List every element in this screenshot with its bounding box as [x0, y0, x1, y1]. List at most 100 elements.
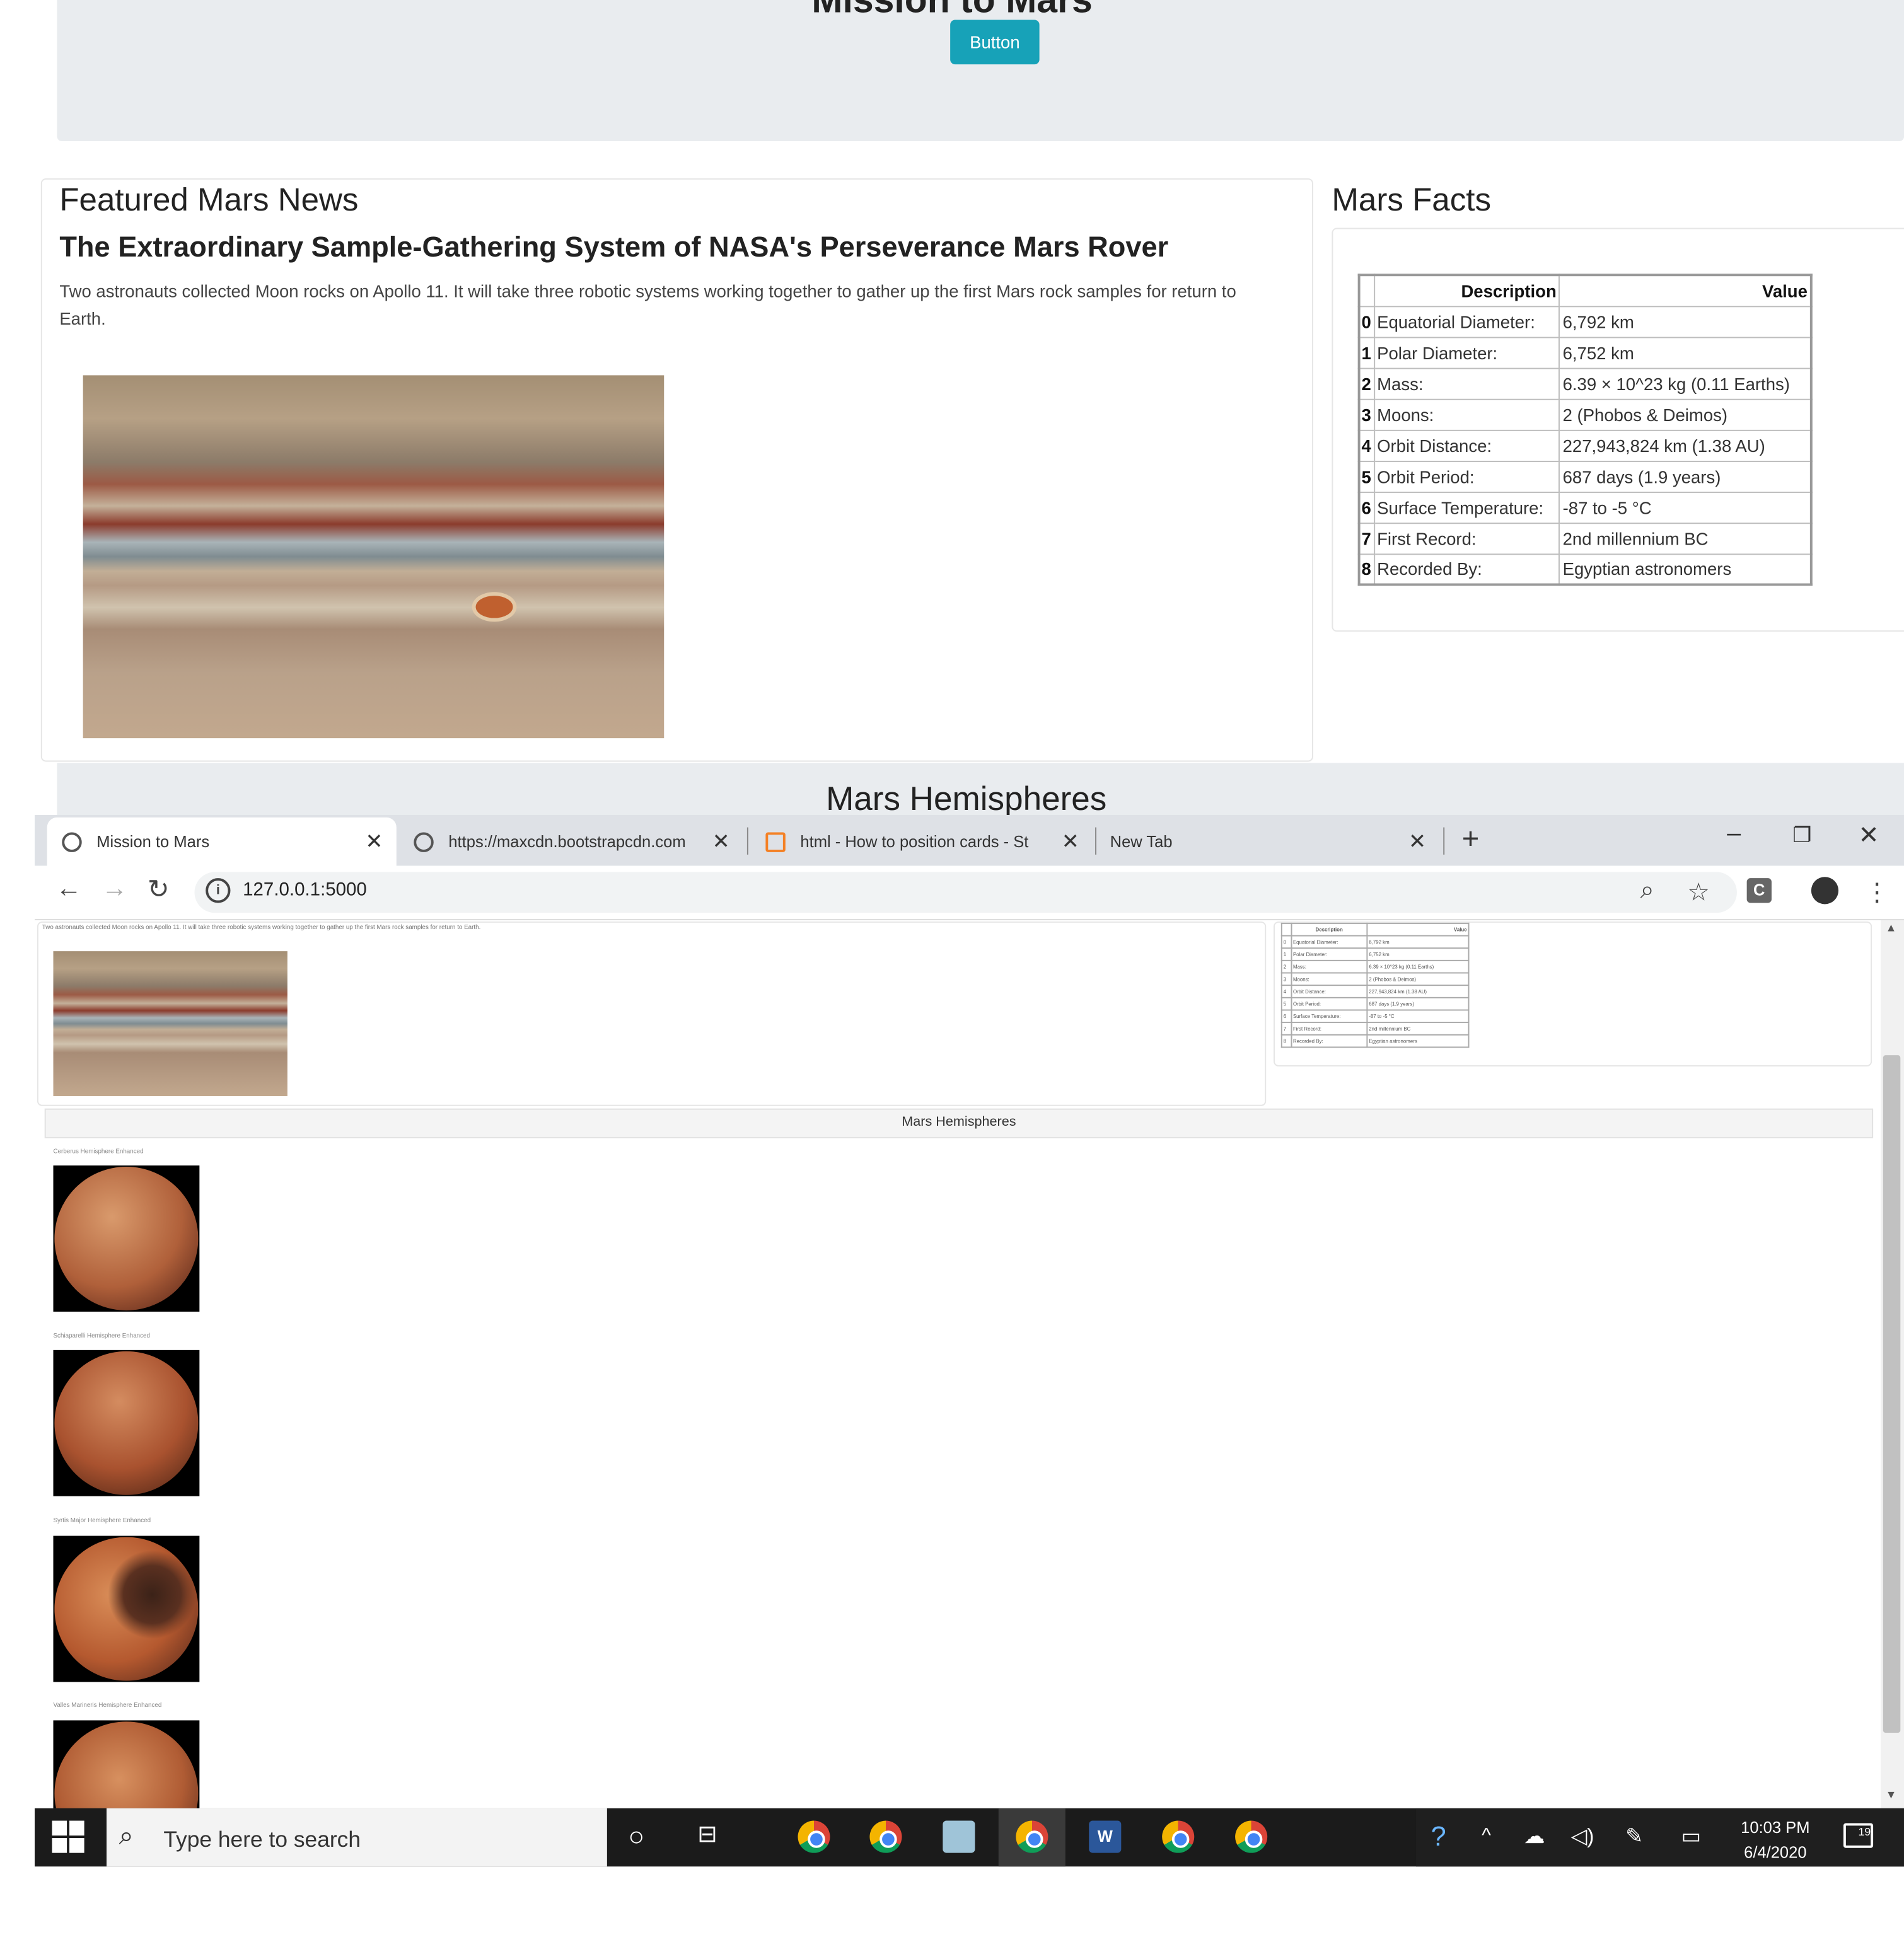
news-title[interactable]: The Extraordinary Sample-Gathering Syste…	[59, 230, 1168, 263]
forward-icon[interactable]: →	[102, 874, 127, 904]
globe-icon	[62, 831, 82, 852]
taskbar-clock[interactable]: 10:03 PM 6/4/2020	[1732, 1816, 1819, 1866]
profile-icon[interactable]	[1811, 877, 1839, 905]
facts-index-header	[1358, 274, 1375, 307]
chrome-app-icon[interactable]	[1016, 1820, 1048, 1853]
mini-index: 8	[1280, 1034, 1292, 1048]
tab-separator	[1443, 827, 1445, 855]
row-description: First Record:	[1373, 522, 1560, 555]
close-icon[interactable]: ✕	[709, 829, 733, 854]
minimize-icon[interactable]: –	[1727, 820, 1741, 848]
scroll-up-icon[interactable]: ▲	[1886, 922, 1897, 934]
facts-row: 5 Orbit Period: 687 days (1.9 years)	[1358, 459, 1812, 493]
hemisphere-caption: Cerberus Hemisphere Enhanced	[53, 1148, 144, 1156]
volume-icon[interactable]: ◁)	[1571, 1824, 1594, 1849]
chrome-app-icon[interactable]	[1162, 1820, 1195, 1853]
hemisphere-image-cerberus[interactable]	[53, 1165, 200, 1312]
close-icon[interactable]: ✕	[1405, 829, 1429, 854]
tab-new-tab[interactable]: New Tab ✕	[1098, 821, 1439, 862]
help-icon[interactable]: ?	[1431, 1821, 1446, 1853]
tab-stackoverflow[interactable]: html - How to position cards - St ✕	[751, 821, 1093, 862]
search-icon: ⌕	[119, 1822, 134, 1851]
stackoverflow-icon	[765, 831, 786, 852]
hemisphere-image-syrtis-major[interactable]	[53, 1535, 200, 1682]
hemisphere-image-valles-marineris[interactable]	[53, 1720, 200, 1808]
mini-row: 4 Orbit Distance: 227,943,824 km (1.38 AU)	[1280, 985, 1470, 998]
row-index: 1	[1358, 336, 1375, 369]
row-index: 0	[1358, 305, 1375, 338]
news-paragraph: Two astronauts collected Moon rocks on A…	[59, 281, 1236, 328]
info-icon[interactable]: i	[206, 878, 231, 903]
cortana-icon[interactable]: ○	[628, 1821, 644, 1853]
restore-icon[interactable]: ❐	[1792, 824, 1811, 848]
chrome-app-icon[interactable]	[798, 1820, 830, 1853]
pen-icon[interactable]: ✎	[1625, 1824, 1643, 1849]
windows-start-icon[interactable]	[52, 1820, 84, 1853]
new-tab-icon[interactable]: +	[1462, 823, 1480, 857]
row-value: 6.39 × 10^23 kg (0.11 Earths)	[1559, 367, 1812, 400]
mini-col-description: Description	[1291, 922, 1368, 937]
chrome-app-icon[interactable]	[1235, 1820, 1268, 1853]
row-value: 6,752 km	[1559, 336, 1812, 369]
taskbar-search-placeholder[interactable]: Type here to search	[163, 1827, 361, 1852]
scrape-button[interactable]: Button	[950, 20, 1040, 65]
mini-desc: Polar Diameter:	[1291, 947, 1368, 961]
hemisphere-caption: Schiaparelli Hemisphere Enhanced	[53, 1332, 150, 1341]
tab-bootstrapcdn[interactable]: https://maxcdn.bootstrapcdn.com ✕	[399, 821, 743, 862]
file-app-icon[interactable]	[943, 1820, 975, 1853]
mars-globe	[54, 1351, 199, 1495]
facts-row: 1 Polar Diameter: 6,752 km	[1358, 336, 1812, 369]
row-index: 2	[1358, 367, 1375, 400]
mini-row: 0 Equatorial Diameter: 6,792 km	[1280, 935, 1470, 949]
mini-index: 2	[1280, 959, 1292, 974]
reload-icon[interactable]: ↻	[148, 874, 170, 905]
mini-index: 3	[1280, 972, 1292, 986]
show-hidden-icons-icon[interactable]: ^	[1482, 1825, 1491, 1847]
back-icon[interactable]: ←	[55, 874, 81, 904]
tab-separator	[746, 827, 748, 855]
mini-desc: Mass:	[1291, 959, 1368, 974]
url-text[interactable]: 127.0.0.1:5000	[243, 879, 367, 900]
mini-desc: Recorded By:	[1291, 1034, 1368, 1048]
chrome-app-icon[interactable]	[869, 1820, 902, 1853]
close-icon[interactable]: ✕	[362, 829, 386, 854]
row-index: 5	[1358, 459, 1375, 493]
close-icon[interactable]: ✕	[1058, 829, 1083, 854]
notification-center-icon[interactable]: 19	[1843, 1823, 1874, 1848]
facts-col-description: Description	[1373, 274, 1560, 307]
extension-icon[interactable]: C	[1746, 878, 1772, 903]
mini-featured-image	[53, 951, 287, 1097]
hemisphere-caption: Syrtis Major Hemisphere Enhanced	[53, 1517, 151, 1525]
row-description: Surface Temperature:	[1373, 491, 1560, 524]
zoom-icon[interactable]: ⌕	[1640, 877, 1654, 905]
featured-image-spot	[475, 596, 513, 618]
mini-index: 6	[1280, 1009, 1292, 1024]
cloud-icon[interactable]: ☁	[1524, 1824, 1545, 1849]
facts-row: 7 First Record: 2nd millennium BC	[1358, 522, 1812, 555]
mini-val: 2nd millennium BC	[1366, 1022, 1470, 1036]
row-value: 2 (Phobos & Deimos)	[1559, 398, 1812, 431]
tab-mission-to-mars[interactable]: Mission to Mars ✕	[47, 817, 397, 866]
row-index: 7	[1358, 522, 1375, 555]
mini-row: 7 First Record: 2nd millennium BC	[1280, 1022, 1470, 1036]
scrollbar-thumb[interactable]	[1883, 1055, 1901, 1733]
keyboard-icon[interactable]: ▭	[1681, 1824, 1702, 1849]
row-description: Polar Diameter:	[1373, 336, 1560, 369]
address-bar[interactable]	[194, 872, 1737, 913]
row-value: 227,943,824 km (1.38 AU)	[1559, 429, 1812, 461]
mini-row: 2 Mass: 6.39 × 10^23 kg (0.11 Earths)	[1280, 959, 1470, 974]
mini-row: 3 Moons: 2 (Phobos & Deimos)	[1280, 972, 1470, 986]
tab-title: html - How to position cards - St	[800, 832, 1029, 851]
scroll-down-icon[interactable]: ▼	[1886, 1788, 1897, 1801]
row-value: -87 to -5 °C	[1559, 491, 1812, 524]
globe-icon	[414, 831, 434, 852]
window-close-icon[interactable]: ✕	[1859, 820, 1879, 851]
menu-icon[interactable]: ⋮	[1864, 877, 1889, 908]
bookmark-star-icon[interactable]: ☆	[1687, 877, 1709, 908]
hemisphere-image-schiaparelli[interactable]	[53, 1350, 200, 1496]
hemispheres-heading: Mars Hemispheres	[826, 780, 1107, 818]
facts-row: 4 Orbit Distance: 227,943,824 km (1.38 AU)	[1358, 429, 1812, 461]
word-app-icon[interactable]: W	[1089, 1820, 1122, 1853]
task-view-icon[interactable]: ⊟	[697, 1821, 717, 1849]
mini-val: 687 days (1.9 years)	[1366, 997, 1470, 1011]
